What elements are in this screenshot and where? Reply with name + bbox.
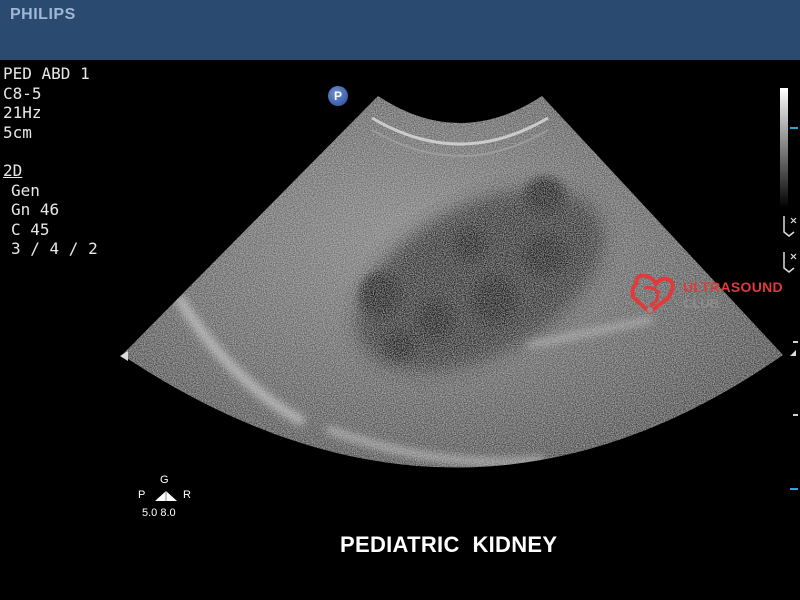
depth-marker (790, 127, 798, 129)
watermark-logo: ULTRASOUND CLUB (628, 270, 788, 318)
depth-marker (790, 488, 798, 490)
depth-tick (793, 414, 798, 416)
orientation-g: G (160, 474, 169, 486)
orientation-r: R (183, 489, 191, 501)
focus-triangle-icon (790, 350, 796, 356)
orientation-p: P (138, 489, 146, 501)
p-badge-icon: P (328, 86, 348, 106)
heart-logo-icon (630, 273, 675, 315)
focus-zone-icon (783, 216, 797, 237)
frequency-label: 5.0 8.0 (142, 507, 176, 519)
orientation-triangle-icon (155, 491, 177, 501)
watermark-text: ULTRASOUND (683, 279, 783, 295)
depth-tick (793, 341, 798, 343)
orientation-marker: G P R 5.0 8.0 (138, 474, 198, 524)
grayscale-bar (780, 88, 788, 208)
watermark-subtext: CLUB (683, 296, 720, 311)
focus-zone-icon (783, 252, 797, 273)
image-caption: PEDIATRIC KIDNEY (340, 532, 558, 557)
